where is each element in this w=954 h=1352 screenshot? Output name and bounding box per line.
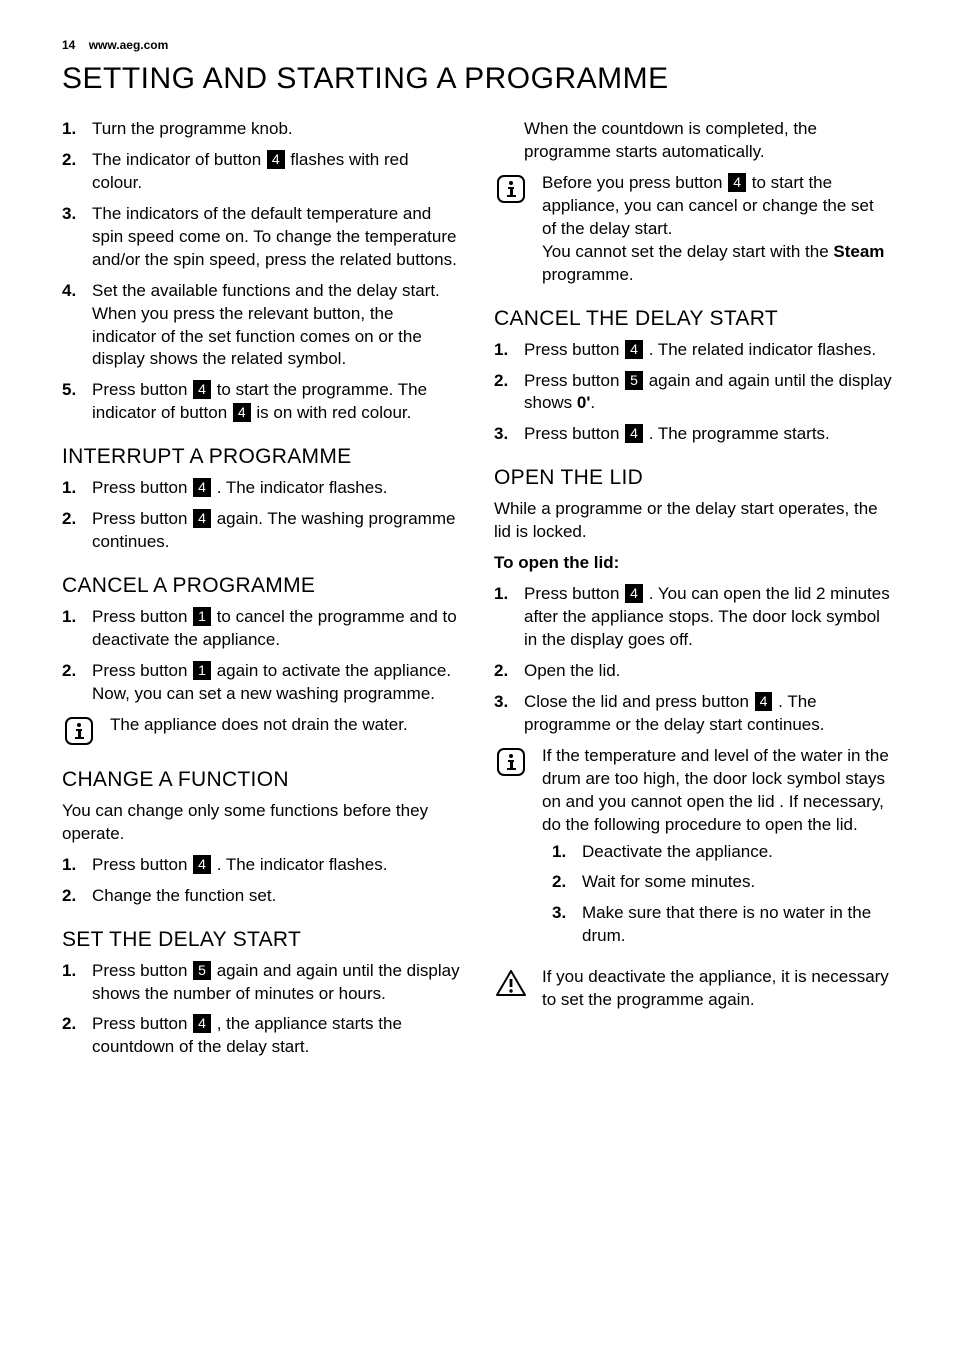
list-item: Press button 4 . You can open the lid 2 …: [494, 583, 892, 652]
intro-steps: Turn the programme knob. The indicator o…: [62, 118, 460, 425]
button-ref-icon: 4: [193, 1014, 211, 1033]
button-ref-icon: 4: [193, 855, 211, 874]
button-ref-icon: 4: [193, 478, 211, 497]
section-heading: SET THE DELAY START: [62, 928, 460, 952]
note-info-steps: Deactivate the appliance. Wait for some …: [552, 841, 892, 949]
button-ref-icon: 4: [625, 424, 643, 443]
section-heading: CANCEL A PROGRAMME: [62, 574, 460, 598]
info-note: Before you press button 4 to start the a…: [494, 172, 892, 287]
list-item: Close the lid and press button 4 . The p…: [494, 691, 892, 737]
list-item: Set the available functions and the dela…: [62, 280, 460, 372]
section-heading: CHANGE A FUNCTION: [62, 768, 460, 792]
note-body: If the temperature and level of the wate…: [542, 745, 892, 957]
list-item: Press button 1 again to activate the app…: [62, 660, 460, 706]
interrupt-steps: Press button 4 . The indicator flashes. …: [62, 477, 460, 554]
content-columns: Turn the programme knob. The indicator o…: [62, 114, 892, 1067]
page-header: 14 www.aeg.com: [62, 38, 892, 52]
list-item: Make sure that there is no water in the …: [552, 902, 892, 948]
page-number: 14: [62, 38, 75, 52]
list-item: The indicators of the default temperatur…: [62, 203, 460, 272]
list-item: Turn the programme knob.: [62, 118, 460, 141]
list-item: Wait for some minutes.: [552, 871, 892, 894]
list-item: Press button 4 to start the programme. T…: [62, 379, 460, 425]
button-ref-icon: 5: [625, 371, 643, 390]
page-header-url: www.aeg.com: [89, 38, 169, 52]
paragraph: While a programme or the delay start ope…: [494, 498, 892, 544]
button-ref-icon: 4: [728, 173, 746, 192]
button-ref-icon: 5: [193, 961, 211, 980]
section-heading: OPEN THE LID: [494, 466, 892, 490]
warning-icon: [494, 966, 528, 1000]
button-ref-icon: 4: [755, 692, 773, 711]
note-body: The appliance does not drain the water.: [110, 714, 460, 748]
paragraph-bold: To open the lid:: [494, 552, 892, 575]
list-item: Press button 1 to cancel the programme a…: [62, 606, 460, 652]
left-column: Turn the programme knob. The indicator o…: [62, 114, 460, 1067]
page: 14 www.aeg.com SETTING AND STARTING A PR…: [0, 0, 954, 1352]
button-ref-icon: 4: [193, 509, 211, 528]
list-item: Press button 5 again and again until the…: [62, 960, 460, 1006]
change-steps: Press button 4 . The indicator flashes. …: [62, 854, 460, 908]
list-item: The indicator of button 4 flashes with r…: [62, 149, 460, 195]
list-item: Press button 4 , the appliance starts th…: [62, 1013, 460, 1059]
open-lid-steps: Press button 4 . You can open the lid 2 …: [494, 583, 892, 737]
right-column: When the countdown is completed, the pro…: [494, 114, 892, 1067]
button-ref-icon: 1: [193, 661, 211, 680]
info-icon: [62, 714, 96, 748]
list-item: Open the lid.: [494, 660, 892, 683]
delay-steps: Press button 5 again and again until the…: [62, 960, 460, 1060]
cancel-steps: Press button 1 to cancel the programme a…: [62, 606, 460, 706]
list-item: Press button 4 . The related indicator f…: [494, 339, 892, 362]
paragraph: You can change only some functions befor…: [62, 800, 460, 846]
list-item: Change the function set.: [62, 885, 460, 908]
cancel-delay-steps: Press button 4 . The related indicator f…: [494, 339, 892, 447]
section-heading: CANCEL THE DELAY START: [494, 307, 892, 331]
section-heading: INTERRUPT A PROGRAMME: [62, 445, 460, 469]
button-ref-icon: 4: [193, 380, 211, 399]
note-body: If you deactivate the appliance, it is n…: [542, 966, 892, 1012]
info-icon: [494, 745, 528, 779]
note-body: Before you press button 4 to start the a…: [542, 172, 892, 287]
info-note: If the temperature and level of the wate…: [494, 745, 892, 957]
list-item: Press button 4 . The programme starts.: [494, 423, 892, 446]
list-item: Press button 4 . The indicator flashes.: [62, 477, 460, 500]
list-item: Press button 5 again and again until the…: [494, 370, 892, 416]
list-item: Deactivate the appliance.: [552, 841, 892, 864]
button-ref-icon: 1: [193, 607, 211, 626]
warning-note: If you deactivate the appliance, it is n…: [494, 966, 892, 1012]
button-ref-icon: 4: [625, 584, 643, 603]
button-ref-icon: 4: [267, 150, 285, 169]
list-item: Press button 4 again. The washing progra…: [62, 508, 460, 554]
button-ref-icon: 4: [625, 340, 643, 359]
button-ref-icon: 4: [233, 403, 251, 422]
list-item: Press button 4 . The indicator flashes.: [62, 854, 460, 877]
info-note: The appliance does not drain the water.: [62, 714, 460, 748]
info-icon: [494, 172, 528, 206]
page-title: SETTING AND STARTING A PROGRAMME: [62, 62, 892, 96]
paragraph: When the countdown is completed, the pro…: [494, 118, 892, 164]
